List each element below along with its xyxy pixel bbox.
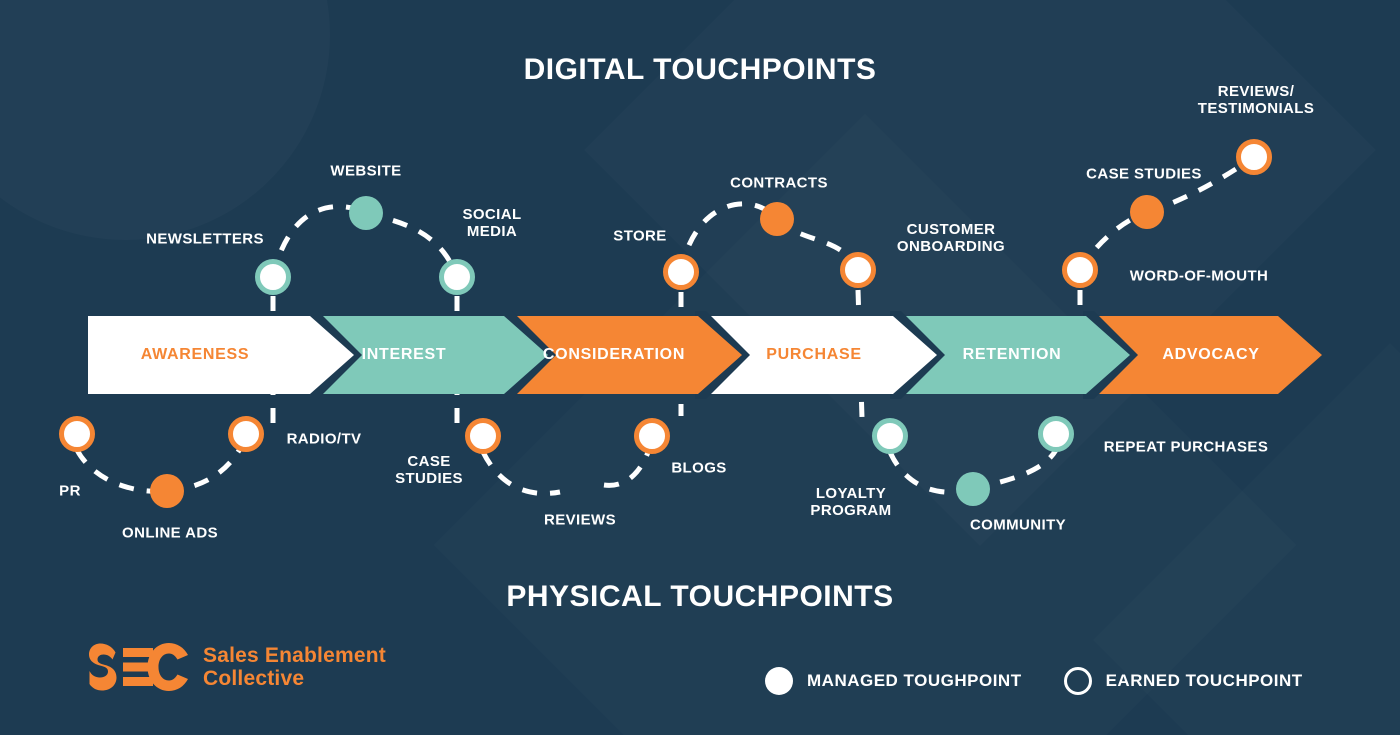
sec-logo-text: Sales Enablement Collective (203, 644, 386, 690)
label-social-media[interactable]: SOCIAL MEDIA (462, 206, 521, 240)
node-store (663, 254, 699, 290)
stage-label-consideration[interactable]: CONSIDERATION (543, 346, 685, 364)
node-contracts (760, 202, 794, 236)
label-case-studies-bottom[interactable]: CASE STUDIES (395, 453, 463, 487)
label-radio-tv[interactable]: RADIO/TV (287, 431, 362, 448)
legend-label-earned: EARNED TOUCHPOINT (1105, 671, 1303, 690)
label-blogs[interactable]: BLOGS (671, 460, 726, 477)
label-loyalty-program[interactable]: LOYALTY PROGRAM (810, 485, 891, 519)
sec-logo-mark (89, 643, 188, 691)
node-customer-onboarding (840, 252, 876, 288)
label-reviews[interactable]: REVIEWS (544, 512, 616, 529)
legend-item-earned[interactable]: EARNED TOUCHPOINT (1063, 667, 1303, 695)
node-radio-tv (228, 416, 264, 452)
filled-circle-icon (765, 667, 793, 695)
node-reviews-testimonials (1236, 139, 1272, 175)
label-website[interactable]: WEBSITE (330, 163, 401, 180)
physical-touchpoints-title: PHYSICAL TOUCHPOINTS (506, 580, 894, 613)
legend-item-managed[interactable]: MANAGED TOUGHPOINT (765, 667, 1022, 695)
stage-label-purchase[interactable]: PURCHASE (766, 346, 861, 364)
label-customer-onboarding[interactable]: CUSTOMER ONBOARDING (897, 221, 1005, 255)
label-online-ads[interactable]: ONLINE ADS (122, 525, 218, 542)
node-online-ads (150, 474, 184, 508)
node-case-studies-top (1130, 195, 1164, 229)
label-word-of-mouth[interactable]: WORD-OF-MOUTH (1130, 268, 1269, 285)
node-blogs (634, 418, 670, 454)
sec-logo[interactable]: Sales Enablement Collective (88, 636, 418, 698)
label-repeat-purchases[interactable]: REPEAT PURCHASES (1104, 439, 1268, 456)
sec-logo-line1: Sales Enablement (203, 644, 386, 667)
stage-label-awareness[interactable]: AWARENESS (141, 346, 250, 364)
node-pr (59, 416, 95, 452)
stage-label-advocacy[interactable]: ADVOCACY (1162, 346, 1259, 364)
node-newsletters (255, 259, 291, 295)
label-pr[interactable]: PR (59, 483, 81, 500)
label-case-studies-top[interactable]: CASE STUDIES (1086, 166, 1202, 183)
node-community (956, 472, 990, 506)
sec-logo-line2: Collective (203, 667, 305, 690)
label-reviews-testimonials[interactable]: REVIEWS/ TESTIMONIALS (1198, 83, 1314, 117)
touchpoint-nodes (59, 139, 1272, 508)
node-loyalty-program (872, 418, 908, 454)
node-social-media (439, 259, 475, 295)
label-newsletters[interactable]: NEWSLETTERS (146, 231, 264, 248)
hollow-circle-icon (1063, 667, 1092, 695)
stage-label-interest[interactable]: INTEREST (362, 346, 447, 364)
node-word-of-mouth (1062, 252, 1098, 288)
stage-label-retention[interactable]: RETENTION (963, 346, 1062, 364)
infographic-canvas: DIGITAL TOUCHPOINTS PHYSICAL TOUCHPOINTS… (0, 0, 1400, 735)
node-website (349, 196, 383, 230)
legend: MANAGED TOUGHPOINT EARNED TOUCHPOINT (765, 660, 1303, 702)
label-contracts[interactable]: CONTRACTS (730, 175, 828, 192)
legend-label-managed: MANAGED TOUGHPOINT (807, 671, 1022, 690)
label-community[interactable]: COMMUNITY (970, 517, 1066, 534)
digital-touchpoints-title: DIGITAL TOUCHPOINTS (523, 53, 877, 86)
node-case-studies-bottom (465, 418, 501, 454)
node-repeat-purchases (1038, 416, 1074, 452)
label-store[interactable]: STORE (613, 228, 666, 245)
